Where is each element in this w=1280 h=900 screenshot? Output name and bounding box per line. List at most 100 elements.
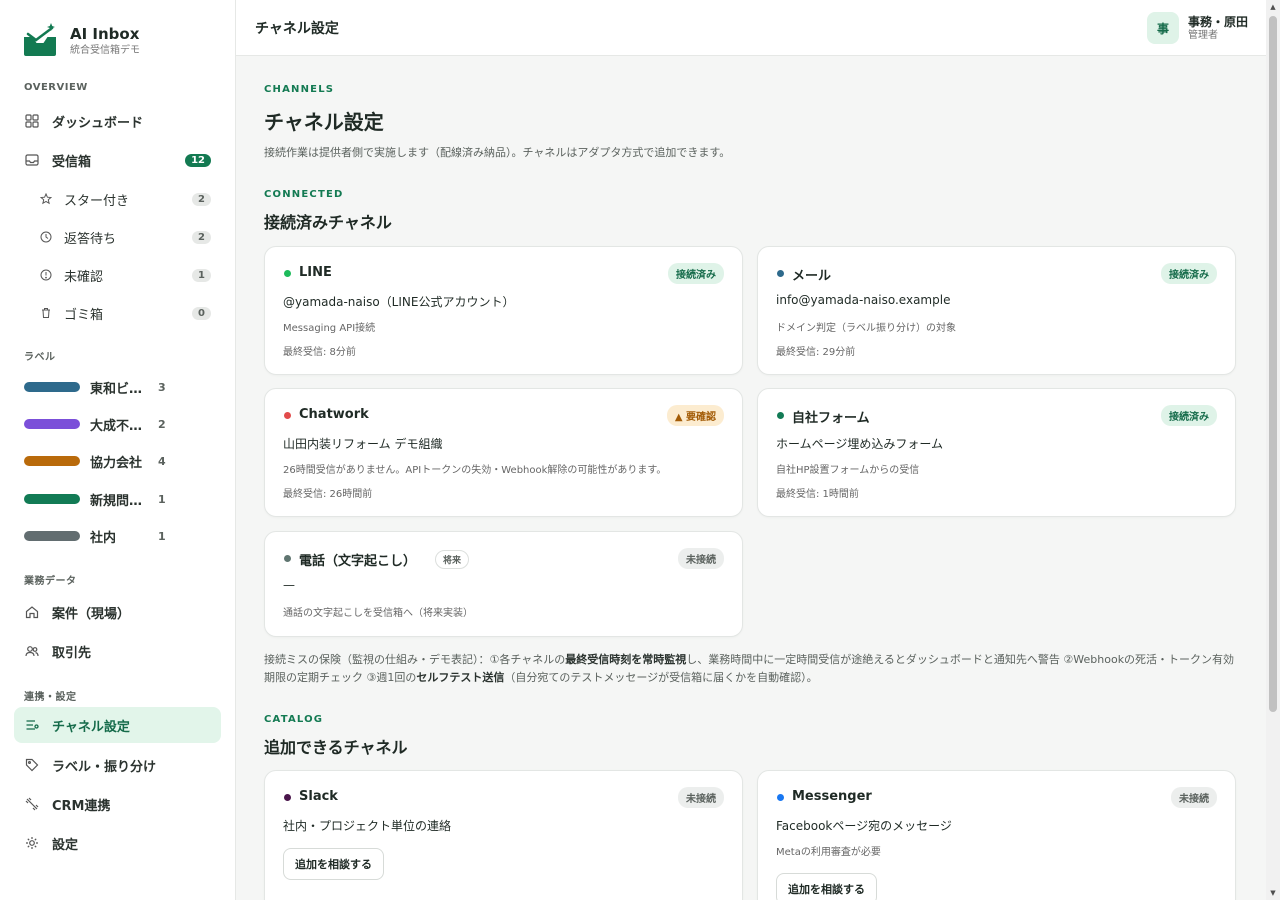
- label-color-bar: [24, 382, 80, 392]
- sidebar-item-label: CRM連携: [52, 798, 111, 814]
- channel-account: info@yamada-naiso.example: [776, 293, 951, 307]
- sidebar-item-label: 取引先: [52, 645, 92, 661]
- warning-badge: ▲ 要確認: [666, 405, 724, 426]
- brand-subtitle: 統合受信箱デモ: [70, 44, 140, 56]
- grid-icon: [24, 113, 40, 129]
- channel-last-received: 最終受信: 29分前: [776, 347, 856, 358]
- catalog-eyebrow: CATALOG: [264, 714, 324, 725]
- status-badge: 未接続: [678, 787, 724, 808]
- sidebar-item-clients[interactable]: 取引先: [14, 633, 221, 669]
- channel-card-phone[interactable]: 電話（文字起こし） 将来 未接続 — 通話の文字起こしを受信箱へ（将来実装）: [264, 531, 743, 637]
- sidebar-item-settings[interactable]: 設定: [14, 825, 221, 861]
- channel-description: 社内・プロジェクト単位の連絡: [283, 819, 452, 833]
- channel-account: @yamada-naiso（LINE公式アカウント）: [283, 295, 515, 309]
- sidebar-item-label: 受信箱: [52, 154, 92, 170]
- status-badge: 接続済み: [668, 263, 724, 284]
- section-label-labels: ラベル: [24, 352, 56, 363]
- catalog-section-title: 追加できるチャネル: [264, 738, 408, 757]
- channel-detail: 通話の文字起こしを受信箱へ（将来実装）: [283, 608, 473, 619]
- channel-detail: Messaging API接続: [283, 323, 376, 334]
- sidebar-item-trash[interactable]: ゴミ箱 0: [14, 295, 221, 331]
- sidebar-item-label: 設定: [52, 837, 79, 853]
- sidebar-item-channel-settings[interactable]: チャネル設定: [14, 707, 221, 743]
- channel-name: 自社フォーム: [792, 411, 870, 426]
- channel-card-line[interactable]: LINE 接続済み @yamada-naiso（LINE公式アカウント） Mes…: [264, 246, 743, 375]
- user-menu[interactable]: 事 事務・原田 管理者: [1146, 12, 1248, 44]
- sidebar-item-starred[interactable]: スター付き 2: [14, 181, 221, 217]
- star-icon: [38, 191, 54, 207]
- channel-account: 山田内装リフォーム デモ組織: [283, 437, 443, 451]
- page-header-title: チャネル設定: [255, 21, 339, 37]
- sidebar-item-labels-routing[interactable]: ラベル・振り分け: [14, 747, 221, 783]
- sidebar-item-unconfirmed[interactable]: 未確認 1: [14, 257, 221, 293]
- gear-icon: [24, 835, 40, 851]
- sidebar-item-label: ラベル・振り分け: [52, 759, 157, 775]
- sidebar-item-label: スター付き: [64, 193, 130, 209]
- label-count: 4: [158, 454, 166, 468]
- status-dot: [777, 270, 784, 277]
- channel-card-form[interactable]: 自社フォーム 接続済み ホームページ埋め込みフォーム 自社HP設置フォームからの…: [757, 388, 1236, 517]
- brand[interactable]: AI Inbox 統合受信箱デモ: [22, 22, 140, 58]
- avatar: 事: [1146, 12, 1179, 44]
- channel-detail: ドメイン判定（ラベル振り分け）の対象: [776, 323, 956, 334]
- scrollbar[interactable]: ▲ ▼: [1266, 0, 1280, 900]
- section-label-business-data: 業務データ: [24, 576, 77, 587]
- sidebar-item-crm[interactable]: CRM連携: [14, 786, 221, 822]
- label-item[interactable]: 新規問… 1: [24, 489, 166, 509]
- status-badge: 接続済み: [1161, 263, 1217, 284]
- channel-list-icon: [24, 717, 40, 733]
- sidebar-item-projects[interactable]: 案件（現場）: [14, 594, 221, 630]
- inbox-logo-icon: [24, 23, 56, 56]
- top-bar: チャネル設定 事 事務・原田 管理者: [236, 0, 1266, 56]
- status-dot: [777, 412, 784, 419]
- inbox-icon: [24, 152, 40, 168]
- sidebar-item-awaiting-reply[interactable]: 返答待ち 2: [14, 219, 221, 255]
- brand-title: AI Inbox: [70, 24, 140, 43]
- label-item[interactable]: 協力会社 4: [24, 451, 166, 471]
- inbox-count-badge: 12: [185, 153, 211, 167]
- scroll-up-arrow-icon[interactable]: ▲: [1269, 3, 1277, 11]
- channel-card-mail[interactable]: メール 接続済み info@yamada-naiso.example ドメイン判…: [757, 246, 1236, 375]
- starred-count-badge: 2: [192, 192, 211, 206]
- trash-count-badge: 0: [192, 306, 211, 320]
- channel-card-chatwork[interactable]: Chatwork ▲ 要確認 山田内装リフォーム デモ組織 26時間受信がありま…: [264, 388, 743, 517]
- channel-account: ホームページ埋め込みフォーム: [776, 437, 944, 451]
- status-dot: [284, 794, 291, 801]
- label-item[interactable]: 大成不… 2: [24, 414, 166, 434]
- label-item[interactable]: 社内 1: [24, 526, 166, 546]
- note-emphasis: 最終受信時刻を常時監視: [565, 653, 687, 666]
- users-icon: [24, 643, 40, 659]
- label-item[interactable]: 東和ビ… 3: [24, 377, 166, 397]
- home-icon: [24, 604, 40, 620]
- page-description: 接続作業は提供者側で実施します（配線済み納品）。チャネルはアダプタ方式で追加でき…: [264, 146, 731, 159]
- sidebar-item-label: チャネル設定: [52, 719, 130, 735]
- note-text: 接続ミスの保険（監視の仕組み・デモ表記）：①各チャネルの: [264, 653, 566, 666]
- channel-account: —: [283, 578, 295, 592]
- label-count: 3: [158, 380, 166, 394]
- status-dot: [777, 794, 784, 801]
- status-badge: 接続済み: [1161, 405, 1217, 426]
- sidebar-item-inbox[interactable]: 受信箱 12: [14, 142, 221, 178]
- catalog-card-messenger[interactable]: Messenger 未接続 Facebookページ宛のメッセージ Metaの利用…: [757, 770, 1236, 900]
- request-add-button[interactable]: 追加を相談する: [283, 848, 384, 880]
- channel-detail: Metaの利用審査が必要: [776, 847, 881, 858]
- status-badge: 未接続: [678, 548, 724, 569]
- sidebar-item-dashboard[interactable]: ダッシュボード: [14, 103, 221, 139]
- label-name: 社内: [90, 530, 117, 546]
- awaiting-count-badge: 2: [192, 230, 211, 244]
- note-emphasis: セルフテスト送信: [416, 671, 505, 684]
- label-name: 新規問…: [90, 493, 143, 509]
- sidebar-item-label: ゴミ箱: [64, 307, 104, 323]
- status-dot: [284, 270, 291, 277]
- sidebar-item-label: ダッシュボード: [52, 115, 144, 131]
- request-add-button[interactable]: 追加を相談する: [776, 873, 877, 900]
- main-content: CHANNELS チャネル設定 接続作業は提供者側で実施します（配線済み納品）。…: [236, 56, 1266, 900]
- catalog-card-slack[interactable]: Slack 未接続 社内・プロジェクト単位の連絡 追加を相談する: [264, 770, 743, 900]
- label-count: 2: [158, 417, 166, 431]
- scroll-down-arrow-icon[interactable]: ▼: [1269, 889, 1277, 897]
- scrollbar-thumb[interactable]: [1269, 16, 1277, 712]
- trash-icon: [38, 305, 54, 321]
- status-dot: [284, 555, 291, 562]
- sidebar: AI Inbox 統合受信箱デモ OVERVIEW ダッシュボード 受信箱 12…: [0, 0, 236, 900]
- alert-circle-icon: [38, 267, 54, 283]
